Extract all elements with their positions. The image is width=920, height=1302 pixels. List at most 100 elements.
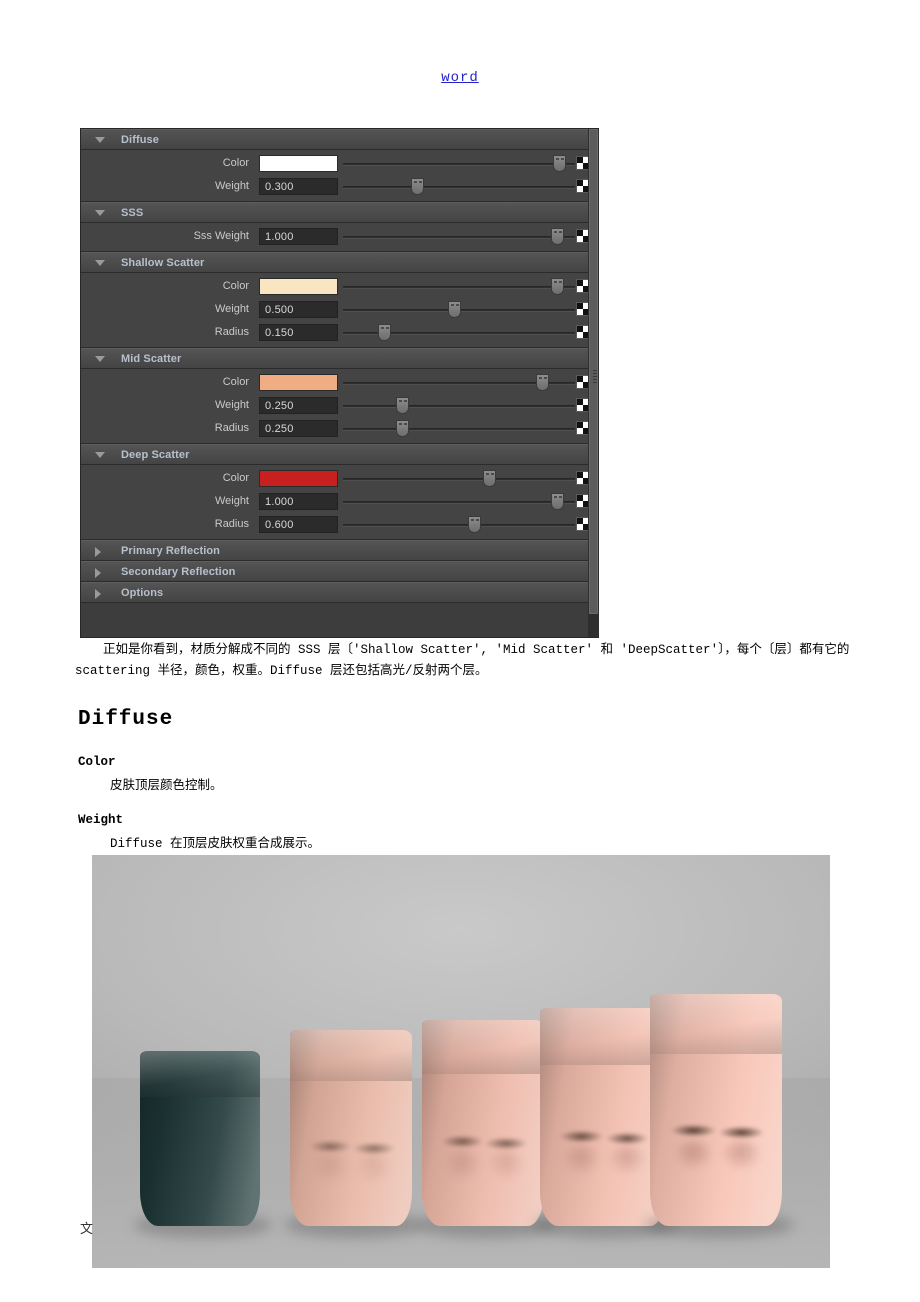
slider-track[interactable] (343, 163, 575, 166)
attribute-label: Color (222, 472, 249, 484)
value-input[interactable]: 0.300 (259, 178, 338, 195)
value-input[interactable]: 0.500 (259, 301, 338, 318)
color-swatch[interactable] (259, 374, 338, 391)
color-swatch[interactable] (259, 470, 338, 487)
head-eye-socket (355, 1153, 393, 1184)
head-weight-2 (422, 1020, 544, 1226)
section-title: Diffuse (121, 134, 159, 146)
value-input[interactable]: 0.250 (259, 397, 338, 414)
section-header-shallow-scatter[interactable]: Shallow Scatter (81, 252, 589, 273)
attribute-row: Radius 0.150 (81, 321, 590, 344)
slider-handle[interactable] (410, 178, 424, 195)
slider-track[interactable] (343, 186, 575, 189)
section-header-options[interactable]: Options (81, 582, 589, 603)
triangle-right-icon[interactable] (95, 589, 101, 599)
head-eye-socket (721, 1140, 761, 1171)
slider-handle[interactable] (378, 324, 392, 341)
slider-handle[interactable] (551, 278, 565, 295)
panel-scrollbar-thumb[interactable] (589, 129, 598, 614)
slider-handle[interactable] (551, 228, 565, 245)
section-header-secondary-reflection[interactable]: Secondary Reflection (81, 561, 589, 582)
slider-track[interactable] (343, 501, 575, 504)
slider-handle[interactable] (395, 397, 409, 414)
attribute-row: Weight 0.300 (81, 175, 590, 198)
attribute-label: Radius (214, 326, 249, 338)
head-top-plane (140, 1051, 260, 1097)
slider-handle[interactable] (395, 420, 409, 437)
triangle-down-icon[interactable] (95, 260, 105, 266)
slider-handle[interactable] (483, 470, 497, 487)
panel-scrollbar[interactable] (588, 129, 599, 637)
value-input[interactable]: 0.150 (259, 324, 338, 341)
head-brow (560, 1130, 603, 1144)
slider-track[interactable] (343, 286, 575, 289)
triangle-down-icon[interactable] (95, 137, 105, 143)
slider-track[interactable] (343, 524, 575, 527)
head-weight-1 (290, 1030, 412, 1226)
triangle-down-icon[interactable] (95, 356, 105, 362)
attribute-row: Color (81, 467, 590, 490)
slider-handle[interactable] (448, 301, 462, 318)
attribute-row: Color (81, 371, 590, 394)
triangle-right-icon[interactable] (95, 568, 101, 578)
section-header-diffuse[interactable]: Diffuse (81, 129, 589, 150)
slider-handle[interactable] (467, 516, 481, 533)
triangle-down-icon[interactable] (95, 210, 105, 216)
head-eye-socket (311, 1153, 349, 1184)
attribute-row: Color (81, 152, 590, 175)
material-attribute-panel: Diffuse Color Weight 0.300 SSS Sss Weight 1.00… (80, 128, 599, 638)
scrollbar-grip-icon (593, 370, 597, 384)
section-title: Options (121, 587, 164, 599)
value-input[interactable]: 1.000 (259, 493, 338, 510)
section-title: Shallow Scatter (121, 257, 205, 269)
attribute-label: Sss Weight (193, 230, 249, 242)
slider-handle[interactable] (553, 155, 567, 172)
slider-handle[interactable] (535, 374, 549, 391)
attribute-label: Weight (214, 495, 249, 507)
head-eye-socket (562, 1145, 601, 1176)
head-brow (441, 1135, 483, 1149)
section-header-sss[interactable]: SSS (81, 202, 589, 223)
color-swatch[interactable] (259, 155, 338, 172)
head-brow (485, 1137, 527, 1151)
section-body: Color Weight 1.000 Radius 0.600 (81, 465, 590, 540)
head-eye-socket (608, 1145, 646, 1176)
attribute-row: Radius 0.250 (81, 417, 590, 440)
value-input[interactable]: 0.250 (259, 420, 338, 437)
head-top-plane (650, 994, 782, 1055)
attribute-label: Weight (214, 399, 249, 411)
slider-track[interactable] (343, 428, 575, 431)
head-weight-3 (540, 1008, 666, 1226)
attribute-label: Color (222, 157, 249, 169)
color-swatch[interactable] (259, 278, 338, 295)
head-brow (718, 1125, 764, 1139)
triangle-down-icon[interactable] (95, 452, 105, 458)
section-header-mid-scatter[interactable]: Mid Scatter (81, 348, 589, 369)
value-input[interactable]: 1.000 (259, 228, 338, 245)
section-header-primary-reflection[interactable]: Primary Reflection (81, 540, 589, 561)
section-header-deep-scatter[interactable]: Deep Scatter (81, 444, 589, 465)
footer-char: 文 (80, 1221, 94, 1236)
slider-track[interactable] (343, 236, 575, 239)
section-body: Color Weight 0.500 Radius 0.150 (81, 273, 590, 348)
slider-track[interactable] (343, 478, 575, 481)
head-eye-socket (673, 1140, 714, 1171)
attribute-label: Weight (214, 180, 249, 192)
section-title: Mid Scatter (121, 353, 182, 365)
attribute-row: Weight 1.000 (81, 490, 590, 513)
head-top-plane (422, 1020, 544, 1074)
slider-handle[interactable] (551, 493, 565, 510)
word-link[interactable]: word (441, 70, 479, 86)
value-input[interactable]: 0.600 (259, 516, 338, 533)
head-weight-0 (140, 1051, 260, 1226)
property-desc-color: 皮肤顶层颜色控制。 (110, 779, 223, 793)
section-body: Color Weight 0.300 (81, 150, 590, 202)
slider-track[interactable] (343, 405, 575, 408)
intro-paragraph: 正如是你看到，材质分解成不同的 SSS 层〔'Shallow Scatter',… (75, 643, 857, 678)
head-brow (309, 1139, 351, 1153)
attribute-row: Weight 0.500 (81, 298, 590, 321)
triangle-right-icon[interactable] (95, 547, 101, 557)
head-eye-socket (443, 1149, 481, 1180)
head-brow (605, 1132, 649, 1146)
section-body: Sss Weight 1.000 (81, 223, 590, 252)
